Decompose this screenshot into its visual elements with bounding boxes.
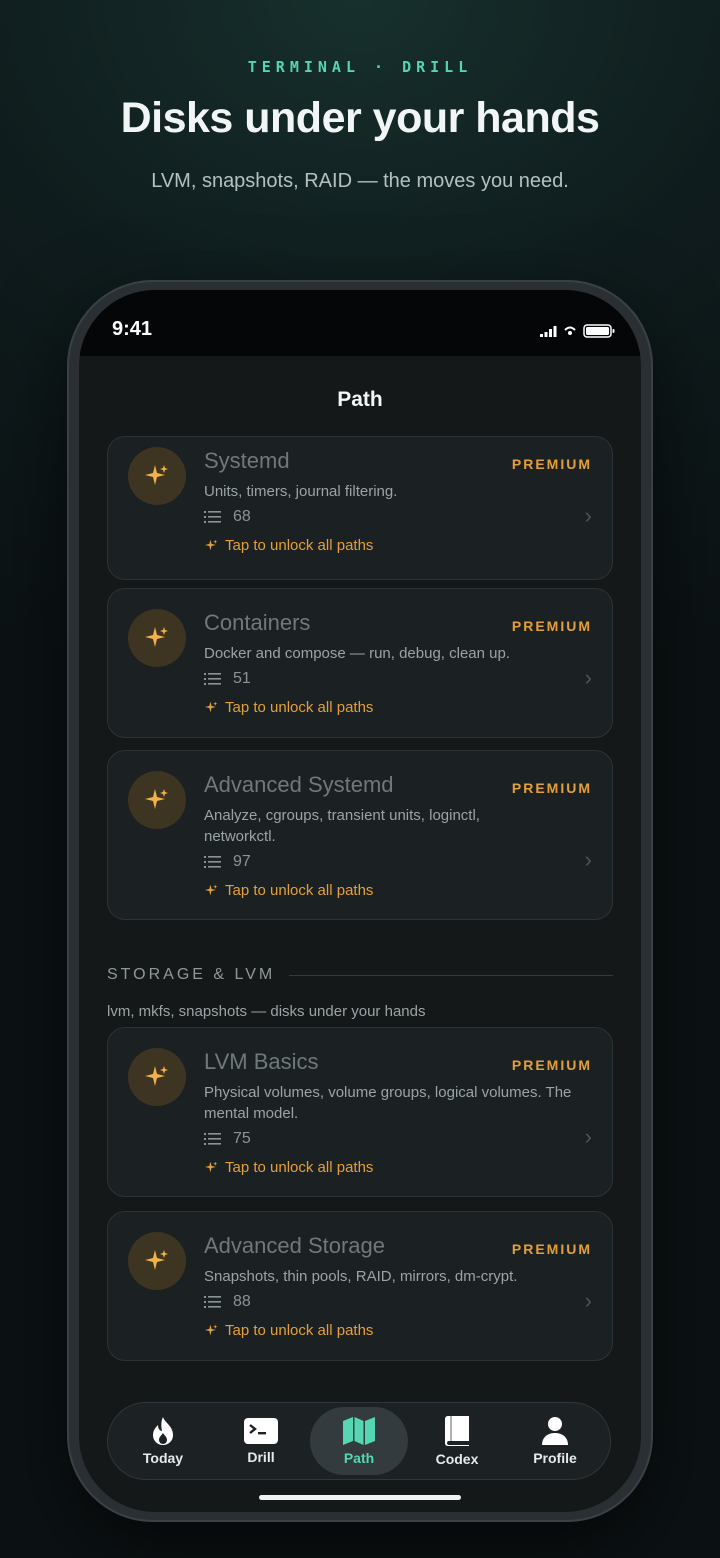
- card-title: Containers: [204, 610, 311, 635]
- sparkle-icon: [145, 1066, 168, 1086]
- premium-badge: PREMIUM: [511, 618, 592, 634]
- book-icon: [445, 1416, 469, 1446]
- count-value: 51: [233, 670, 251, 687]
- path-list: Systemd PREMIUM Units, timers, journal f…: [79, 436, 641, 1440]
- chevron-right-icon: ›: [584, 503, 592, 528]
- card-title: Advanced Storage: [204, 1233, 386, 1258]
- sparkle-small-icon: [205, 1324, 218, 1336]
- card-description: Physical volumes, volume groups, logical…: [204, 1084, 572, 1122]
- section-header: STORAGE & LVM: [107, 966, 613, 984]
- tab-path[interactable]: Path: [310, 1407, 408, 1475]
- count-value: 88: [233, 1293, 251, 1310]
- unlock-label: Tap to unlock all paths: [225, 537, 374, 554]
- person-icon: [542, 1417, 568, 1445]
- sparkle-icon: [145, 627, 168, 647]
- section-divider: [289, 974, 613, 976]
- list-icon: [204, 673, 221, 685]
- phone-frame: 9:41 Path Systemd PREMIUM Units, timers,…: [67, 280, 653, 1522]
- lesson-count: 88: [204, 1293, 251, 1311]
- phone-screen: 9:41 Path Systemd PREMIUM Units, timers,…: [79, 290, 641, 1512]
- tab-bar: Today Drill Path Codex Profile: [107, 1402, 611, 1480]
- card-title: LVM Basics: [204, 1049, 319, 1074]
- unlock-link[interactable]: Tap to unlock all paths: [204, 882, 373, 899]
- tab-label: Path: [343, 1450, 375, 1466]
- tab-drill[interactable]: Drill: [212, 1407, 310, 1475]
- tab-profile[interactable]: Profile: [506, 1407, 604, 1475]
- home-indicator[interactable]: [259, 1495, 461, 1500]
- card-title: Advanced Systemd: [204, 772, 394, 797]
- unlock-label: Tap to unlock all paths: [225, 882, 374, 899]
- chevron-right-icon: ›: [584, 847, 592, 872]
- count-value: 75: [233, 1130, 251, 1147]
- tab-label: Drill: [247, 1449, 275, 1465]
- tab-codex[interactable]: Codex: [408, 1407, 506, 1475]
- path-card-advanced-systemd[interactable]: Advanced Systemd PREMIUM Analyze, cgroup…: [107, 750, 613, 920]
- premium-badge: PREMIUM: [511, 1241, 592, 1257]
- tab-today[interactable]: Today: [114, 1407, 212, 1475]
- unlock-label: Tap to unlock all paths: [225, 1159, 374, 1176]
- flame-icon: [153, 1417, 173, 1445]
- sparkle-badge: [128, 1048, 186, 1106]
- unlock-label: Tap to unlock all paths: [225, 699, 374, 716]
- status-bar: 9:41: [79, 290, 641, 356]
- card-description: Docker and compose — run, debug, clean u…: [204, 645, 511, 662]
- count-value: 97: [233, 853, 251, 870]
- chevron-right-icon: ›: [584, 1288, 592, 1313]
- path-card-lvm-basics[interactable]: LVM Basics PREMIUM Physical volumes, vol…: [107, 1027, 613, 1197]
- card-title: Systemd: [204, 448, 290, 473]
- sparkle-small-icon: [205, 539, 218, 551]
- unlock-link[interactable]: Tap to unlock all paths: [204, 699, 373, 716]
- status-time: 9:41: [112, 318, 153, 340]
- unlock-link[interactable]: Tap to unlock all paths: [204, 1159, 373, 1176]
- promo-subhead: LVM, snapshots, RAID — the moves you nee…: [151, 170, 569, 192]
- unlock-link[interactable]: Tap to unlock all paths: [204, 1322, 373, 1339]
- count-value: 68: [233, 508, 251, 525]
- sparkle-badge: [128, 447, 186, 505]
- promo-eyebrow: TERMINAL · DRILL: [247, 58, 473, 76]
- tab-label: Codex: [435, 1451, 479, 1467]
- terminal-icon: [244, 1418, 278, 1444]
- sparkle-icon: [145, 465, 168, 485]
- sparkle-badge: [128, 771, 186, 829]
- status-icons: [540, 324, 615, 338]
- unlock-link[interactable]: Tap to unlock all paths: [204, 537, 373, 554]
- lesson-count: 51: [204, 670, 251, 688]
- unlock-label: Tap to unlock all paths: [225, 1322, 374, 1339]
- page-title: Path: [337, 388, 383, 411]
- chevron-right-icon: ›: [584, 1124, 592, 1149]
- lesson-count: 97: [204, 853, 251, 871]
- card-description: Units, timers, journal filtering.: [204, 483, 398, 500]
- promo-headline: Disks under your hands: [120, 94, 600, 142]
- sparkle-small-icon: [205, 1161, 218, 1173]
- path-card-advanced-storage[interactable]: Advanced Storage PREMIUM Snapshots, thin…: [107, 1211, 613, 1361]
- list-icon: [204, 1296, 221, 1308]
- path-card-containers[interactable]: Containers PREMIUM Docker and compose — …: [107, 588, 613, 738]
- lesson-count: 68: [204, 508, 251, 526]
- card-description: Analyze, cgroups, transient units, login…: [204, 807, 480, 845]
- tab-label: Today: [142, 1450, 184, 1466]
- sparkle-small-icon: [205, 884, 218, 896]
- lesson-count: 75: [204, 1130, 251, 1148]
- premium-badge: PREMIUM: [511, 780, 592, 796]
- wifi-icon: [564, 326, 576, 335]
- section-label: STORAGE & LVM: [107, 966, 276, 983]
- signal-icon: [540, 325, 557, 337]
- sparkle-icon: [145, 1250, 168, 1270]
- sparkle-badge: [128, 609, 186, 667]
- sparkle-badge: [128, 1232, 186, 1290]
- sparkle-icon: [145, 789, 168, 809]
- battery-icon: [583, 324, 615, 338]
- list-icon: [204, 856, 221, 868]
- chevron-right-icon: ›: [584, 665, 592, 690]
- section-subtitle: lvm, mkfs, snapshots — disks under your …: [107, 1003, 426, 1020]
- premium-badge: PREMIUM: [511, 1057, 592, 1073]
- tab-label: Profile: [533, 1450, 577, 1466]
- card-description: Snapshots, thin pools, RAID, mirrors, dm…: [204, 1268, 518, 1285]
- path-card-systemd[interactable]: Systemd PREMIUM Units, timers, journal f…: [107, 436, 613, 580]
- map-icon: [343, 1417, 375, 1445]
- premium-badge: PREMIUM: [511, 456, 592, 472]
- list-icon: [204, 511, 221, 523]
- sparkle-small-icon: [205, 701, 218, 713]
- list-icon: [204, 1133, 221, 1145]
